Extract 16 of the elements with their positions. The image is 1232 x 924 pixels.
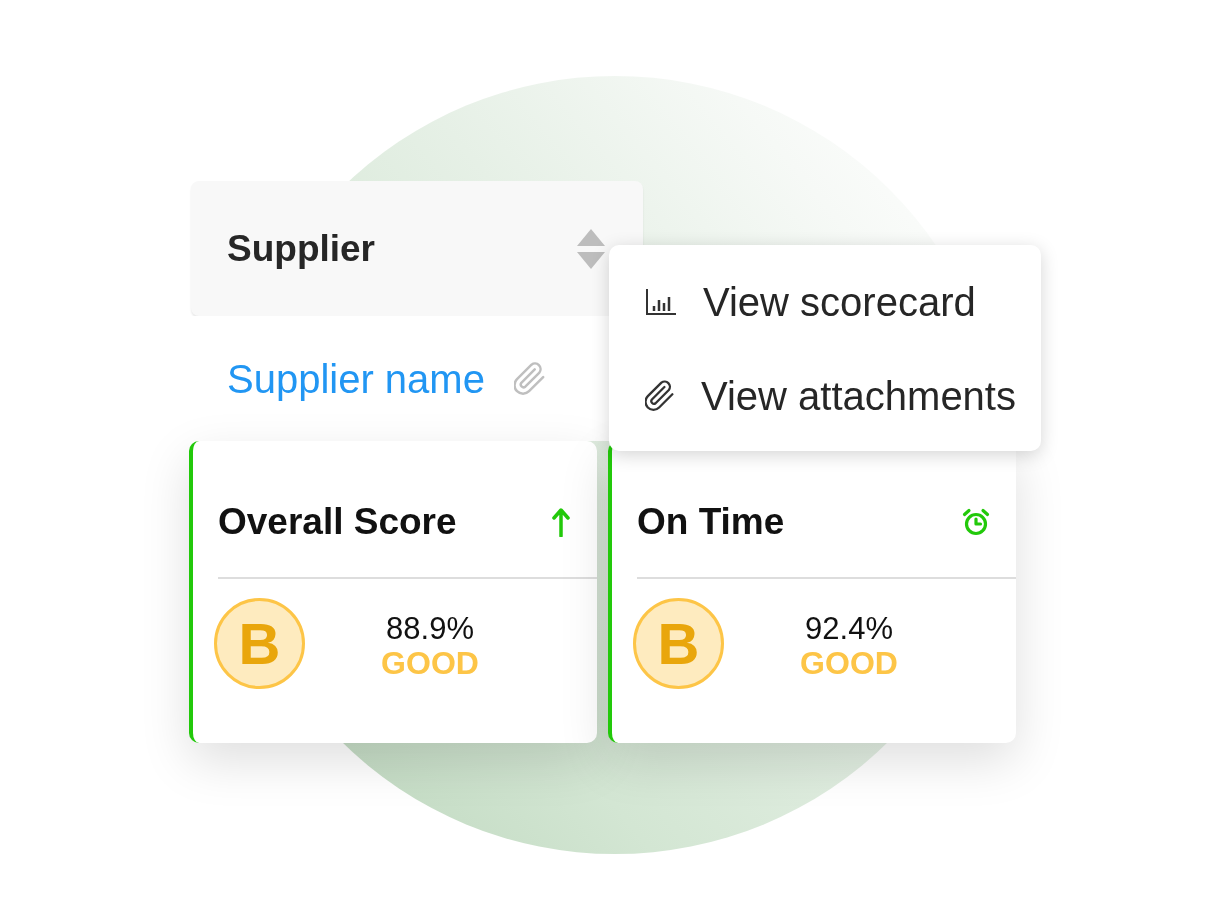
alarm-clock-icon: [962, 508, 990, 536]
sort-icon[interactable]: [577, 228, 605, 269]
bar-chart-icon: [645, 288, 677, 316]
arrow-up-icon: [551, 507, 571, 537]
grade-badge: B: [633, 598, 724, 689]
card-title: Overall Score: [218, 500, 457, 544]
column-header[interactable]: Supplier: [191, 181, 643, 316]
grade-badge: B: [214, 598, 305, 689]
score-value: 88.9%: [386, 611, 474, 646]
card-title: On Time: [637, 500, 785, 544]
menu-item[interactable]: View attachments: [609, 349, 1041, 443]
score-value: 92.4%: [805, 611, 893, 646]
paperclip-icon: [645, 380, 675, 412]
paperclip-icon[interactable]: [513, 361, 546, 396]
score-rating: GOOD: [381, 645, 479, 680]
score-rating: GOOD: [800, 645, 898, 680]
